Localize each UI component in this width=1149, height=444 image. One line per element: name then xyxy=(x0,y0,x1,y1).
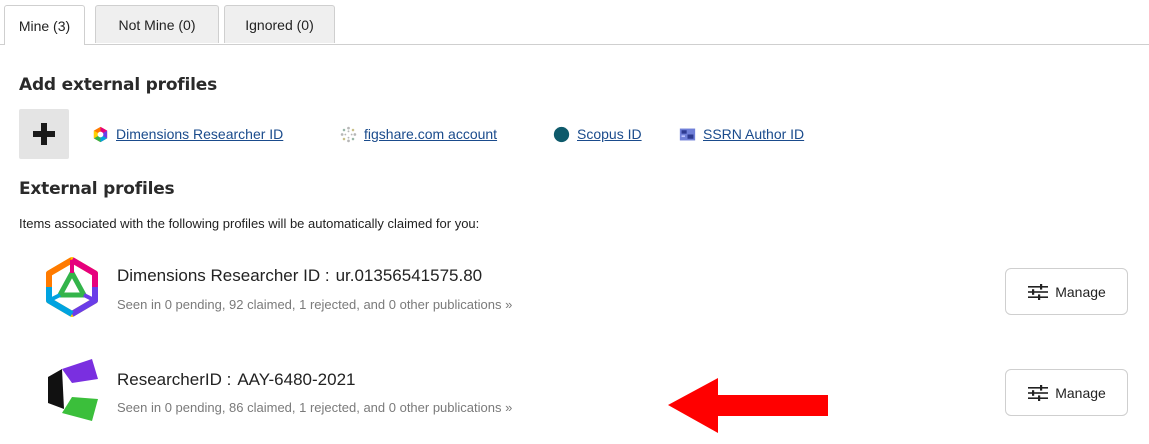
claim-profiles-page: Mine (3) Not Mine (0) Ignored (0) Add ex… xyxy=(0,0,1149,444)
ssrn-icon xyxy=(679,128,696,140)
dimensions-profile-name: Dimensions Researcher ID : ur.01356541575… xyxy=(117,266,482,286)
profile-label: Dimensions Researcher ID : xyxy=(117,266,330,285)
researcherid-profile-stats-link[interactable]: Seen in 0 pending, 86 claimed, 1 rejecte… xyxy=(117,400,512,415)
scopus-id-link[interactable]: Scopus ID xyxy=(577,126,642,142)
external-profiles-title: External profiles xyxy=(19,179,175,199)
external-profiles-description: Items associated with the following prof… xyxy=(19,216,480,231)
manage-label: Manage xyxy=(1055,384,1106,401)
add-figshare-link-item: figshare.com account xyxy=(340,123,497,145)
profile-id: ur.01356541575.80 xyxy=(335,266,483,285)
profile-label: ResearcherID : xyxy=(117,370,232,389)
manage-label: Manage xyxy=(1055,283,1106,300)
dimensions-logo-icon xyxy=(46,257,98,317)
researcherid-profile-name: ResearcherID : AAY-6480-2021 xyxy=(117,370,355,390)
manage-researcherid-button[interactable]: Manage xyxy=(1005,369,1128,416)
dimensions-profile-stats-link[interactable]: Seen in 0 pending, 92 claimed, 1 rejecte… xyxy=(117,297,512,312)
tab-bar: Mine (3) Not Mine (0) Ignored (0) xyxy=(0,0,1149,45)
add-profiles-title: Add external profiles xyxy=(19,75,217,95)
red-arrow-annotation xyxy=(668,378,828,433)
tab-mine[interactable]: Mine (3) xyxy=(4,5,85,45)
add-ssrn-link-item: SSRN Author ID xyxy=(679,123,804,145)
ssrn-author-id-link[interactable]: SSRN Author ID xyxy=(703,126,804,142)
add-dimensions-link-item: Dimensions Researcher ID xyxy=(92,123,283,145)
figshare-account-link[interactable]: figshare.com account xyxy=(364,126,497,142)
sliders-icon xyxy=(1028,283,1049,300)
tab-ignored[interactable]: Ignored (0) xyxy=(224,5,335,43)
sliders-icon xyxy=(1028,384,1049,401)
tab-not-mine[interactable]: Not Mine (0) xyxy=(95,5,219,43)
researcherid-logo-icon xyxy=(48,359,98,421)
profile-id: AAY-6480-2021 xyxy=(237,370,356,389)
scopus-icon xyxy=(553,126,570,142)
dimensions-researcher-id-link[interactable]: Dimensions Researcher ID xyxy=(116,126,283,142)
add-scopus-link-item: Scopus ID xyxy=(553,123,642,145)
figshare-icon xyxy=(340,126,357,142)
dimensions-icon xyxy=(93,126,108,142)
manage-dimensions-button[interactable]: Manage xyxy=(1005,268,1128,315)
add-profile-button[interactable] xyxy=(19,109,69,159)
